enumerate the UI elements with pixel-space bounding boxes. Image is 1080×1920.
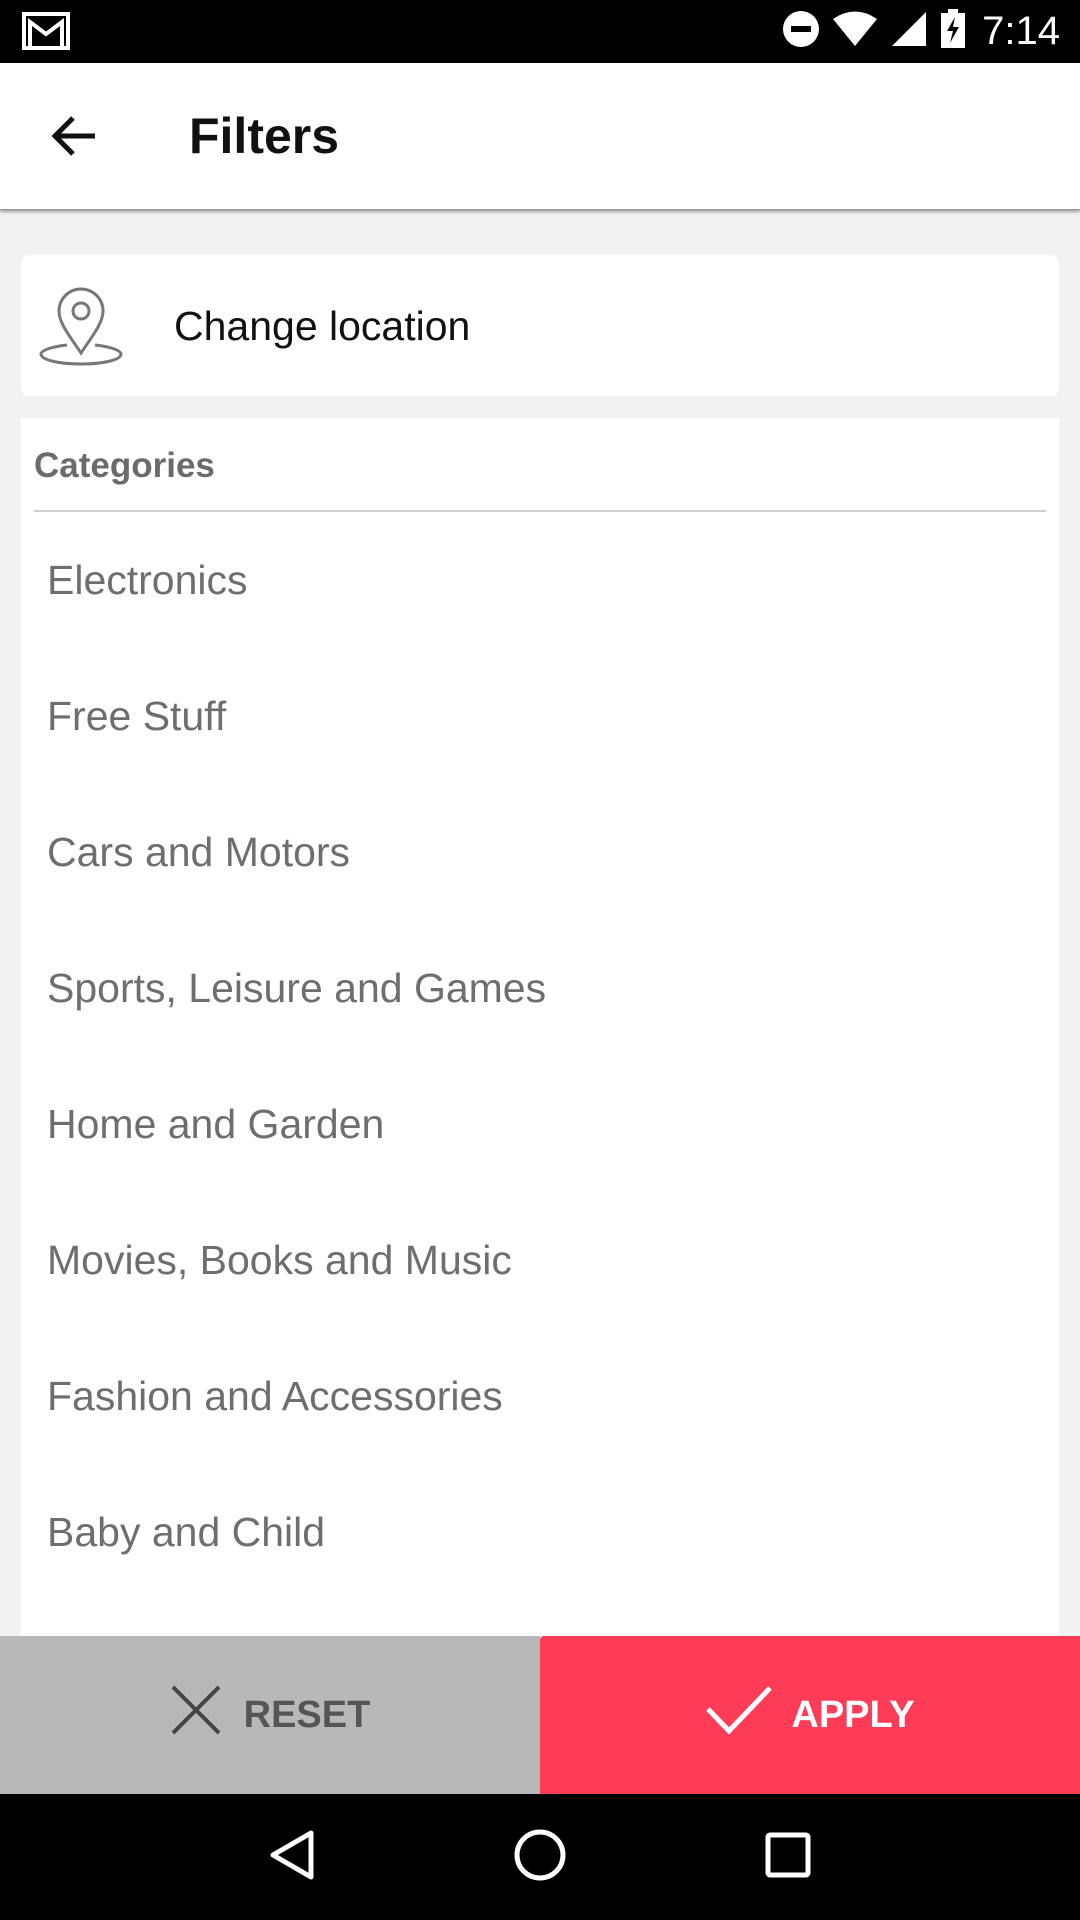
reset-label: RESET: [243, 1693, 371, 1736]
status-time: 7:14: [982, 9, 1060, 53]
signal-icon: [890, 10, 928, 53]
close-icon: [170, 1684, 222, 1746]
wifi-icon: [832, 10, 878, 53]
category-item-baby-and-child[interactable]: Baby and Child: [21, 1464, 1059, 1600]
home-nav-button[interactable]: [513, 1828, 567, 1887]
category-item-sports-leisure-games[interactable]: Sports, Leisure and Games: [21, 920, 1059, 1056]
gmail-icon: [22, 12, 70, 55]
reset-button[interactable]: RESET: [0, 1636, 540, 1794]
change-location-label: Change location: [174, 303, 471, 349]
system-nav-bar: [0, 1794, 1080, 1920]
change-location-button[interactable]: Change location: [21, 255, 1059, 396]
category-list: Electronics Free Stuff Cars and Motors S…: [21, 512, 1059, 1600]
status-bar: 7:14: [0, 0, 1080, 63]
back-button[interactable]: [38, 103, 108, 173]
category-item-free-stuff[interactable]: Free Stuff: [21, 648, 1059, 784]
recents-nav-button[interactable]: [765, 1832, 811, 1883]
bottom-action-bar: RESET APPLY: [0, 1636, 1080, 1794]
apply-label: APPLY: [791, 1693, 915, 1736]
check-icon: [705, 1685, 773, 1745]
apply-button[interactable]: APPLY: [540, 1636, 1080, 1794]
categories-panel: Categories Electronics Free Stuff Cars a…: [21, 418, 1059, 1636]
do-not-disturb-icon: [782, 10, 820, 53]
location-pin-icon: [39, 283, 123, 372]
page-title: Filters: [189, 108, 340, 164]
category-item-movies-books-music[interactable]: Movies, Books and Music: [21, 1192, 1059, 1328]
category-item-fashion-accessories[interactable]: Fashion and Accessories: [21, 1328, 1059, 1464]
category-item-home-and-garden[interactable]: Home and Garden: [21, 1056, 1059, 1192]
back-nav-button[interactable]: [269, 1830, 315, 1885]
categories-header: Categories: [34, 446, 215, 485]
arrow-back-icon: [49, 114, 97, 163]
category-item-cars-and-motors[interactable]: Cars and Motors: [21, 784, 1059, 920]
status-icons: 7:14: [782, 0, 1060, 63]
app-bar: Filters: [0, 63, 1080, 210]
battery-charging-icon: [940, 9, 966, 54]
category-item-electronics[interactable]: Electronics: [21, 512, 1059, 648]
